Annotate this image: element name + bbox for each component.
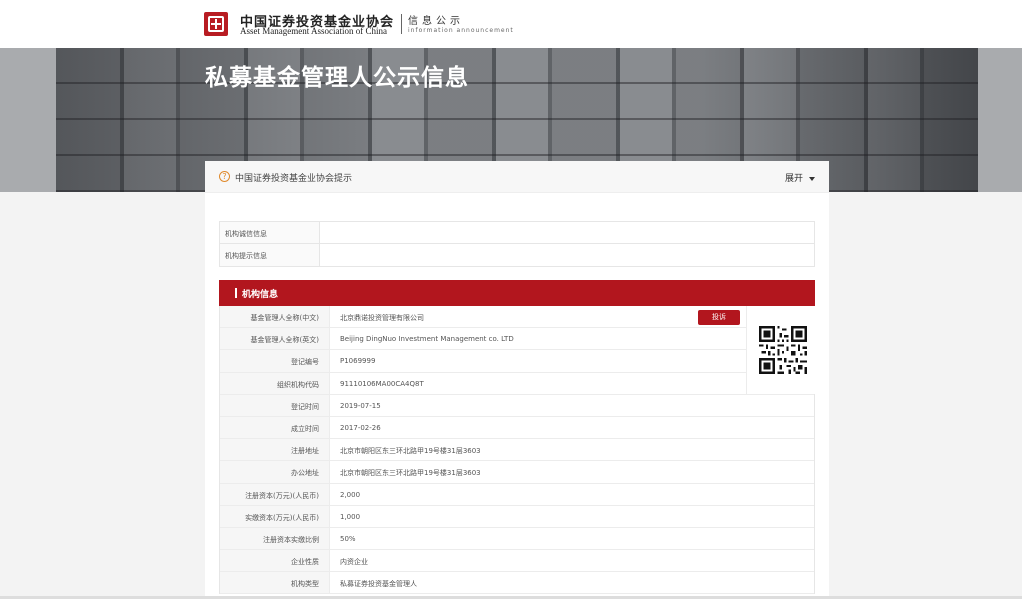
main-card: ? 中国证券投资基金业协会提示 展开 机构诚信信息 机构提示信息 机构信息 基金… bbox=[205, 161, 829, 599]
row-value: 2019-07-15 bbox=[329, 394, 381, 416]
row-label: 注册资本(万元)(人民币) bbox=[220, 483, 329, 505]
amac-logo-icon[interactable] bbox=[204, 12, 228, 36]
row-value: 1,000 bbox=[329, 505, 360, 527]
section-name-cn: 信息公示 bbox=[408, 16, 464, 27]
integrity-info-table: 机构诚信信息 机构提示信息 bbox=[219, 221, 815, 267]
table-row: 组织机构代码 91110106MA00CA4Q8T bbox=[220, 372, 814, 395]
row-value: 91110106MA00CA4Q8T bbox=[329, 372, 424, 394]
qr-code-icon bbox=[759, 326, 807, 374]
row-value: 北京市朝阳区东三环北路甲19号楼31层3603 bbox=[329, 461, 481, 483]
row-value: 50% bbox=[329, 527, 356, 550]
caret-down-icon bbox=[809, 176, 815, 181]
row-value: 2017-02-26 bbox=[329, 416, 381, 439]
question-icon: ? bbox=[219, 171, 230, 182]
org-info-table: 基金管理人全称(中文) 北京鼎诺投资管理有限公司 投诉 基金管理人全称(英文) … bbox=[219, 306, 815, 595]
table-row: 注册地址 北京市朝阳区东三环北路甲19号楼31层3603 bbox=[220, 439, 814, 462]
info-row: 机构诚信信息 bbox=[220, 222, 814, 244]
table-row: 登记时间 2019-07-15 bbox=[220, 394, 814, 417]
row-label: 登记编号 bbox=[220, 350, 329, 372]
row-label: 办公地址 bbox=[220, 461, 329, 483]
notice-text: 中国证券投资基金业协会提示 bbox=[235, 174, 353, 184]
row-label: 基金管理人全称(英文) bbox=[220, 328, 329, 350]
expand-label: 展开 bbox=[784, 174, 803, 184]
qr-code-panel bbox=[746, 306, 815, 394]
row-label: 注册地址 bbox=[220, 439, 329, 461]
table-row: 注册资本实缴比例 50% bbox=[220, 527, 814, 551]
table-row: 机构类型 私募证券投资基金管理人 bbox=[220, 572, 814, 595]
info-label: 机构诚信信息 bbox=[220, 222, 320, 243]
site-header: 中国证券投资基金业协会 Asset Management Association… bbox=[0, 0, 1022, 48]
info-row: 机构提示信息 bbox=[220, 244, 814, 266]
table-row: 基金管理人全称(中文) 北京鼎诺投资管理有限公司 投诉 bbox=[220, 306, 814, 329]
expand-button[interactable]: 展开 bbox=[785, 171, 815, 184]
row-label: 基金管理人全称(中文) bbox=[220, 306, 329, 328]
section-header: 机构信息 bbox=[219, 280, 815, 306]
info-label: 机构提示信息 bbox=[220, 244, 320, 266]
row-value: 内资企业 bbox=[329, 550, 368, 572]
table-row: 基金管理人全称(英文) Beijing DingNuo Investment M… bbox=[220, 328, 814, 351]
row-label: 实缴资本(万元)(人民币) bbox=[220, 505, 329, 527]
org-name-en: Asset Management Association of China bbox=[240, 26, 387, 36]
row-label: 成立时间 bbox=[220, 416, 329, 439]
row-label: 机构类型 bbox=[220, 572, 329, 594]
page-title: 私募基金管理人公示信息 bbox=[205, 65, 469, 91]
table-row: 登记编号 P1069999 bbox=[220, 350, 814, 373]
table-row: 注册资本(万元)(人民币) 2,000 bbox=[220, 483, 814, 506]
info-value bbox=[320, 244, 814, 266]
table-row: 实缴资本(万元)(人民币) 1,000 bbox=[220, 505, 814, 528]
table-row: 企业性质 内资企业 bbox=[220, 550, 814, 573]
section-title: 机构信息 bbox=[242, 290, 279, 300]
row-value: 2,000 bbox=[329, 483, 360, 505]
row-value: 北京鼎诺投资管理有限公司 bbox=[329, 306, 424, 328]
row-value: 私募证券投资基金管理人 bbox=[329, 572, 417, 594]
info-value bbox=[320, 222, 814, 243]
complaint-button[interactable]: 投诉 bbox=[698, 310, 740, 325]
notice-bar: ? 中国证券投资基金业协会提示 展开 bbox=[205, 161, 829, 193]
row-label: 注册资本实缴比例 bbox=[220, 527, 329, 550]
logo-divider bbox=[401, 14, 402, 34]
section-name-en: information announcement bbox=[408, 27, 514, 34]
row-label: 登记时间 bbox=[220, 394, 329, 416]
row-label: 组织机构代码 bbox=[220, 372, 329, 394]
row-value: P1069999 bbox=[329, 350, 375, 372]
row-label: 企业性质 bbox=[220, 550, 329, 572]
table-row: 成立时间 2017-02-26 bbox=[220, 416, 814, 440]
table-row: 办公地址 北京市朝阳区东三环北路甲19号楼31层3603 bbox=[220, 461, 814, 484]
row-value: 北京市朝阳区东三环北路甲19号楼31层3603 bbox=[329, 439, 481, 461]
row-value: Beijing DingNuo Investment Management co… bbox=[329, 328, 514, 350]
